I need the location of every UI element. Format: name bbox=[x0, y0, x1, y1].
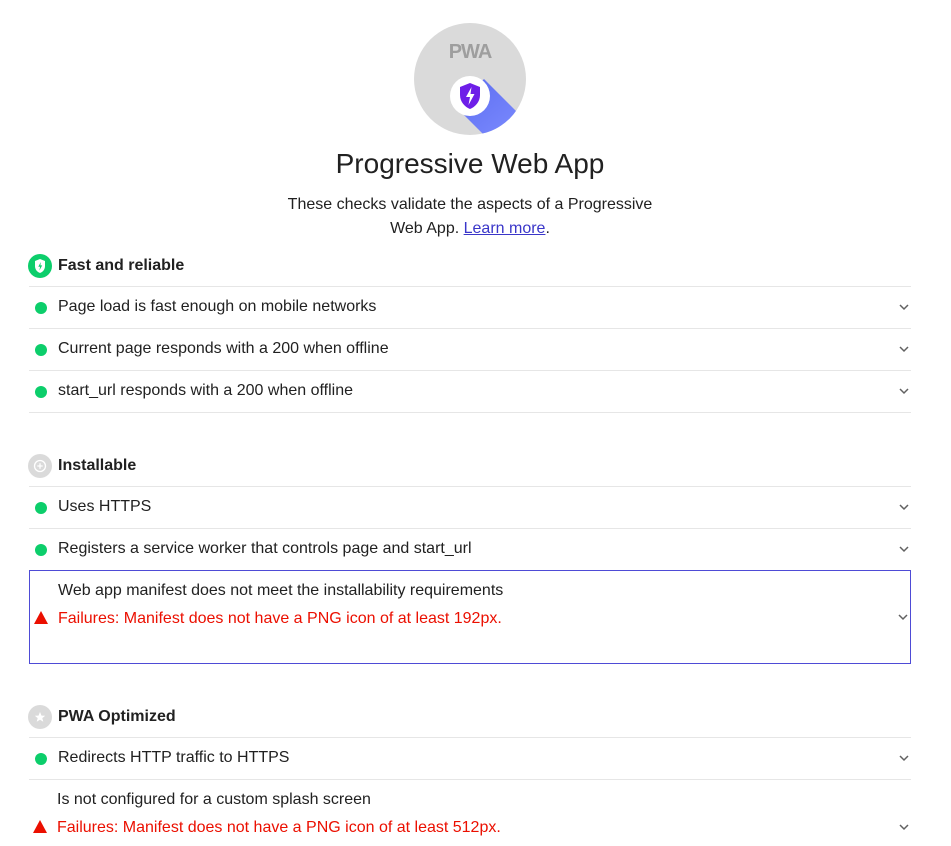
audit-title: Registers a service worker that controls… bbox=[58, 540, 472, 557]
group-title: Fast and reliable bbox=[58, 257, 185, 274]
pass-indicator bbox=[35, 386, 47, 398]
chevron-down-icon[interactable] bbox=[899, 822, 909, 832]
audit-title: Uses HTTPS bbox=[58, 498, 152, 515]
chevron-down-icon[interactable] bbox=[899, 302, 909, 312]
chevron-down-icon[interactable] bbox=[899, 502, 909, 512]
description-line-2: Web App. bbox=[390, 220, 460, 237]
learn-more-link[interactable]: Learn more bbox=[464, 220, 546, 237]
description-period: . bbox=[545, 220, 550, 237]
pwa-badge: PWA bbox=[414, 23, 526, 135]
group-header-pwa-optimized: PWA Optimized bbox=[28, 704, 176, 730]
pass-indicator bbox=[35, 302, 47, 314]
group-header-installable: Installable bbox=[28, 453, 136, 479]
audit-title: start_url responds with a 200 when offli… bbox=[58, 382, 353, 399]
audit-row[interactable]: Registers a service worker that controls… bbox=[29, 528, 911, 570]
pass-indicator bbox=[35, 502, 47, 514]
pass-indicator bbox=[35, 344, 47, 356]
audit-row[interactable]: Current page responds with a 200 when of… bbox=[29, 328, 911, 370]
pass-indicator bbox=[35, 544, 47, 556]
audit-failure-message: Failures: Manifest does not have a PNG i… bbox=[58, 610, 502, 627]
audit-title: Redirects HTTP traffic to HTTPS bbox=[58, 749, 290, 766]
category-title: Progressive Web App bbox=[335, 148, 605, 179]
chevron-down-icon[interactable] bbox=[899, 344, 909, 354]
audit-row[interactable]: Redirects HTTP traffic to HTTPS bbox=[29, 737, 911, 779]
fail-triangle-icon bbox=[33, 820, 47, 833]
category-description: These checks validate the aspects of a P… bbox=[270, 193, 670, 241]
pass-indicator bbox=[35, 753, 47, 765]
plus-icon bbox=[28, 454, 52, 478]
fail-triangle-icon bbox=[34, 611, 48, 624]
chevron-down-icon[interactable] bbox=[898, 612, 908, 622]
star-icon bbox=[28, 705, 52, 729]
audit-row[interactable]: Uses HTTPS bbox=[29, 486, 911, 528]
group-header-fast-and-reliable: Fast and reliable bbox=[28, 253, 184, 279]
category-header: PWA Progressive Web App These checks val… bbox=[0, 0, 951, 250]
audit-title: Web app manifest does not meet the insta… bbox=[58, 582, 504, 599]
audit-title: Is not configured for a custom splash sc… bbox=[57, 791, 371, 808]
chevron-down-icon[interactable] bbox=[899, 386, 909, 396]
audit-failure-message: Failures: Manifest does not have a PNG i… bbox=[57, 819, 501, 836]
audit-row[interactable]: start_url responds with a 200 when offli… bbox=[29, 370, 911, 413]
lightning-bolt-icon bbox=[28, 254, 52, 278]
shield-lightning-icon bbox=[450, 76, 526, 135]
group-title: Installable bbox=[58, 457, 137, 474]
audit-title: Page load is fast enough on mobile netwo… bbox=[58, 298, 377, 315]
description-line-1: These checks validate the aspects of a P… bbox=[287, 196, 653, 213]
audit-title: Current page responds with a 200 when of… bbox=[58, 340, 389, 357]
group-title: PWA Optimized bbox=[58, 708, 176, 725]
audit-row-failed[interactable]: Web app manifest does not meet the insta… bbox=[29, 570, 911, 664]
audit-row-failed[interactable]: Is not configured for a custom splash sc… bbox=[29, 779, 911, 846]
audit-row[interactable]: Page load is fast enough on mobile netwo… bbox=[29, 286, 911, 328]
chevron-down-icon[interactable] bbox=[899, 753, 909, 763]
chevron-down-icon[interactable] bbox=[899, 544, 909, 554]
